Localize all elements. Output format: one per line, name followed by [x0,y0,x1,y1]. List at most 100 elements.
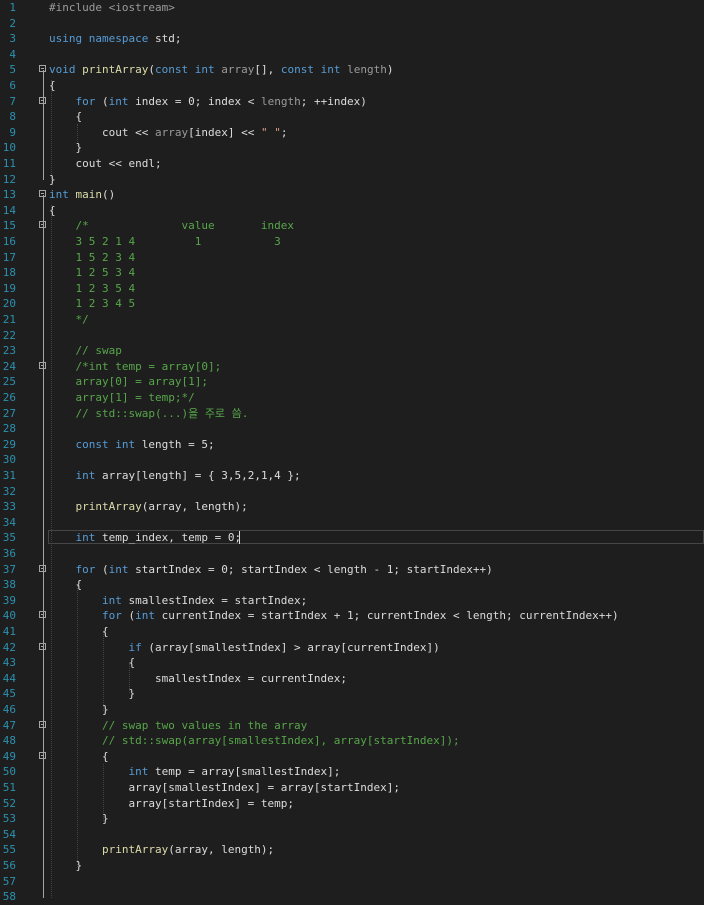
line-number: 26 [2,391,16,404]
collapse-icon[interactable] [39,642,46,650]
code-token: { [49,203,56,217]
line-number: 46 [2,703,16,716]
code-line[interactable]: 46 } [0,702,704,718]
code-token: // std::swap(...)을 주로 씀. [49,406,249,420]
code-line[interactable]: 39 int smallestIndex = startIndex; [0,593,704,609]
code-line[interactable]: 14 { [0,203,704,219]
code-line[interactable]: 58 [0,889,704,905]
code-token: array[length] = { 3,5,2,1,4 }; [95,469,301,482]
code-line[interactable]: 52 array[startIndex] = temp; [0,796,704,812]
code-token: () [102,188,116,202]
code-text: if (array[smallestIndex] > array[current… [49,640,439,656]
code-line[interactable]: 10 } [0,140,704,156]
code-line[interactable]: 3 using namespace std; [0,31,704,47]
collapse-icon[interactable] [39,221,46,229]
code-token: printArray [101,843,169,857]
line-number: 48 [2,734,16,748]
code-line[interactable]: 44 smallestIndex = currentIndex; [0,671,704,687]
code-line[interactable]: 5 void printArray(const int array[], cons… [0,62,704,78]
code-line[interactable]: 6{ [0,78,704,94]
code-line[interactable]: 47 // swap two values in the array [0,718,704,734]
line-number: 12 [2,172,16,186]
code-token: { [49,79,56,92]
code-line[interactable]: 13 int main() [0,187,704,203]
code-token: [index] << [188,125,261,139]
code-line[interactable]: 27 // std::swap(...)을 주로 씀. [0,406,704,422]
collapse-icon[interactable] [39,720,46,728]
code-token: array[0] = array[1]; [49,375,208,389]
code-line[interactable]: 25 array[0] = array[1]; [0,374,704,390]
code-text: array[1] = temp;*/ [49,390,194,406]
code-line[interactable]: 4 [0,47,704,63]
code-line[interactable]: 8 { [0,109,704,125]
code-token: /*int temp = array[0]; [49,359,222,373]
code-line[interactable]: 54 [0,827,704,843]
collapse-icon[interactable] [39,65,46,73]
code-text: printArray(array, length); [49,842,274,858]
code-line[interactable]: 40 for (int currentIndex = startIndex + … [0,608,704,624]
code-line[interactable]: 12} [0,172,704,188]
code-line[interactable]: 11 cout << endl; [0,156,704,172]
code-line[interactable]: 43 { [0,655,704,671]
code-line[interactable]: 48 // std::swap(array[smallestIndex], ar… [0,733,704,749]
code-token: int [320,63,341,77]
code-line[interactable]: 57 [0,874,704,890]
code-text: 1 2 3 5 4 [49,281,135,297]
collapse-icon[interactable] [39,611,46,619]
code-line[interactable]: 1 #include <iostream> [0,0,704,16]
code-line[interactable]: 53 } [0,811,704,827]
code-token: int [75,531,96,545]
collapse-icon[interactable] [39,564,46,572]
code-line[interactable]: 29 const int length = 5; [0,437,704,453]
code-line[interactable]: 56 } [0,858,704,874]
code-token: 1 5 2 3 4 [49,250,136,264]
collapse-icon[interactable] [39,190,46,198]
line-number: 53 [2,812,16,826]
code-text: int temp_index, temp = 0; [49,530,242,546]
code-line[interactable]: 45 } [0,686,704,702]
code-line[interactable]: 26 array[1] = temp;*/ [0,390,704,406]
code-line[interactable]: 37 for (int startIndex = 0; startIndex <… [0,562,704,578]
collapse-icon[interactable] [39,751,46,759]
code-token: int [108,562,129,576]
code-token: startIndex = 0; startIndex < length - 1;… [128,562,493,576]
code-line[interactable]: 36 [0,546,704,562]
code-line[interactable]: 55 printArray(array, length); [0,842,704,858]
code-line[interactable]: 41 { [0,624,704,640]
code-line[interactable]: 17 1 5 2 3 4 [0,250,704,266]
code-line[interactable]: 9 cout << array[index] << " "; [0,125,704,141]
code-line[interactable]: 49 { [0,749,704,765]
code-token: namespace [88,32,149,46]
code-line[interactable]: 38 { [0,577,704,593]
code-line[interactable]: 51 array[smallestIndex] = array[startInd… [0,780,704,796]
code-line[interactable]: 31 int array[length] = { 3,5,2,1,4 }; [0,468,704,484]
code-text: 1 2 3 4 5 [49,296,135,312]
code-line[interactable]: 19 1 2 3 5 4 [0,281,704,297]
code-line[interactable]: 28 [0,421,704,437]
code-line[interactable]: 33 printArray(array, length); [0,499,704,515]
code-text: { [49,749,109,765]
collapse-icon[interactable] [39,96,46,104]
code-line[interactable]: 18 1 2 5 3 4 [0,265,704,281]
code-line[interactable]: 50 int temp = array[smallestIndex]; [0,764,704,780]
code-token: array[smallestIndex] = array[startIndex]… [49,781,400,794]
code-line[interactable]: 24 /*int temp = array[0]; [0,359,704,375]
code-line[interactable]: 32 [0,484,704,500]
code-line[interactable]: 20 1 2 3 4 5 [0,296,704,312]
code-line[interactable]: 42 if (array[smallestIndex] > array[curr… [0,640,704,656]
code-line[interactable]: 30 [0,452,704,468]
code-line[interactable]: 16 3 5 2 1 4 1 3 [0,234,704,250]
code-line[interactable]: 2 [0,16,704,32]
code-line[interactable]: 15 /* value index [0,218,704,234]
code-editor[interactable]: 1 #include <iostream> 2 3 using namespace st… [0,0,704,903]
code-line[interactable]: 7 for (int index = 0; index < length; ++… [0,94,704,110]
collapse-icon[interactable] [39,361,46,369]
code-line[interactable]: 34 [0,515,704,531]
code-line[interactable]: 21 */ [0,312,704,328]
code-line[interactable]: 35 int temp_index, temp = 0; [0,530,704,546]
code-line[interactable]: 23 // swap [0,343,704,359]
code-line[interactable]: 22 [0,328,704,344]
